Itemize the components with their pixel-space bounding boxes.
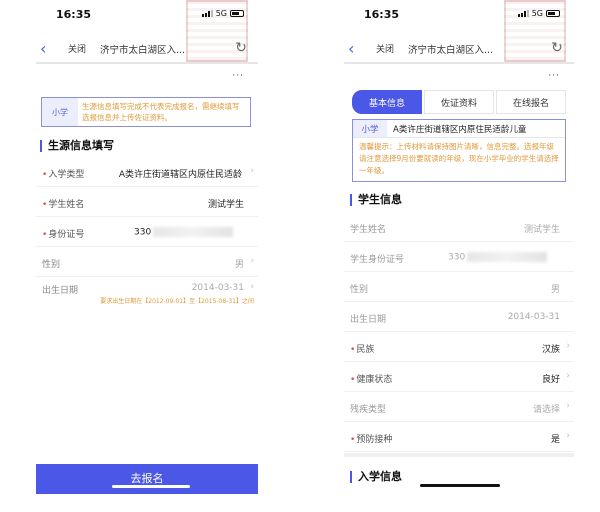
section-title: 学生信息 (350, 194, 402, 206)
notice-text: 温馨提示：上传材料请保持图片清晰，信息完整。选报年级请注意选择9月份要就读的年级… (359, 142, 559, 175)
status-bar: 16:35 5G (36, 8, 258, 24)
field-label: 性别 (42, 260, 61, 270)
field-value: 测试学生 (207, 200, 244, 210)
field-student-name: 学生姓名 测试学生 (344, 212, 574, 242)
step-basic-info[interactable]: 基本信息 (352, 90, 422, 114)
field-label: 出生日期 (42, 286, 79, 296)
chevron-right-icon: › (566, 401, 570, 411)
field-health-status[interactable]: •健康状态 良好 › (344, 362, 574, 392)
section-divider (344, 453, 574, 457)
chevron-right-icon: › (566, 371, 570, 381)
close-button[interactable]: 关闭 (68, 42, 86, 55)
birth-date-hint: 要求出生日期在【2012-09-01】至【2015-08-31】之间 (100, 298, 254, 305)
field-value: 请选择 (532, 405, 560, 415)
signal-icon (201, 10, 213, 17)
chevron-right-icon: › (250, 256, 254, 266)
page-title: 济宁市太白湖区入... (100, 45, 186, 56)
field-label: 性别 (350, 285, 369, 295)
chevron-right-icon: › (566, 341, 570, 351)
enroll-category: A类许庄街道辖区内原住民适龄儿童 (393, 124, 527, 135)
status-bar: 16:35 5G (344, 8, 574, 24)
field-disability-type[interactable]: 残疾类型 请选择 › (344, 392, 574, 422)
left-phone-screen: 16:35 5G ‹ 关闭 济宁市太白湖区入... ↻ ··· 小学 生源信息填… (36, 0, 258, 512)
field-value: A类许庄街道辖区内原住民适龄 (118, 170, 242, 180)
field-value: 良好 (541, 375, 560, 385)
field-gender: 性别 男 (344, 272, 574, 302)
field-ethnicity[interactable]: •民族 汉族 › (344, 332, 574, 362)
refresh-icon[interactable]: ↻ (548, 39, 566, 57)
school-level-tag: 小学 (353, 120, 387, 137)
field-label: 学生姓名 (48, 200, 85, 210)
navbar: ‹ 关闭 济宁市太白湖区入... ↻ (36, 34, 258, 64)
field-label: 入学类型 (48, 170, 85, 180)
home-indicator (112, 485, 190, 488)
field-label: 民族 (356, 345, 375, 355)
chevron-left-icon[interactable]: ‹ (348, 39, 354, 58)
field-id-number[interactable]: •身份证号 330 (36, 217, 258, 247)
field-value: 汉族 (541, 345, 560, 355)
right-phone-screen: 16:35 5G ‹ 关闭 济宁市太白湖区入... ↻ ··· 基本信息 佐证资… (344, 0, 574, 512)
field-vaccination[interactable]: •预防接种 是 › (344, 422, 574, 452)
chevron-right-icon: › (250, 166, 254, 176)
notice-text: 生源信息填写完成不代表完成报名，需继续填写选报信息并上传佐证资料。 (82, 102, 240, 122)
field-enroll-type[interactable]: •入学类型 A类许庄街道辖区内原住民适龄 › (36, 157, 258, 187)
field-value: 2014-03-31 (191, 283, 244, 293)
close-button[interactable]: 关闭 (376, 42, 394, 55)
chevron-left-icon[interactable]: ‹ (40, 39, 46, 58)
home-indicator (420, 484, 500, 487)
field-value: 330 (448, 252, 466, 263)
step-progress: 基本信息 佐证资料 在线报名 (352, 90, 566, 114)
field-value: 330 (134, 227, 152, 238)
field-label: 学生姓名 (350, 225, 387, 235)
refresh-icon[interactable]: ↻ (232, 39, 250, 57)
signal-icon (517, 10, 529, 17)
field-value: 是 (550, 435, 560, 445)
step-evidence[interactable]: 佐证资料 (424, 90, 494, 114)
page-title: 济宁市太白湖区入... (408, 45, 494, 56)
section-title: 入学信息 (350, 471, 402, 483)
battery-icon (230, 10, 244, 17)
field-value: 男 (550, 285, 560, 295)
field-id-number: 学生身份证号 330 (344, 242, 574, 272)
field-birth-date: 出生日期 2014-03-31 (344, 302, 574, 332)
network-label: 5G (215, 9, 227, 18)
field-value: 测试学生 (523, 225, 560, 235)
section-title: 生源信息填写 (40, 140, 114, 152)
more-menu-button[interactable]: ··· (548, 71, 560, 81)
step-online-register[interactable]: 在线报名 (496, 90, 566, 114)
status-time: 16:35 (56, 8, 92, 21)
notice-banner: 小学 生源信息填写完成不代表完成报名，需继续填写选报信息并上传佐证资料。 (41, 97, 251, 127)
field-label: 身份证号 (48, 230, 85, 240)
notice-banner: 小学 A类许庄街道辖区内原住民适龄儿童 温馨提示：上传材料请保持图片清晰，信息完… (352, 119, 566, 182)
field-student-name[interactable]: •学生姓名 测试学生 (36, 187, 258, 217)
field-value: 2014-03-31 (507, 312, 560, 322)
navbar: ‹ 关闭 济宁市太白湖区入... ↻ (344, 34, 574, 64)
more-menu-button[interactable]: ··· (232, 71, 244, 81)
field-label: 出生日期 (350, 315, 387, 325)
redacted-blur (467, 252, 548, 262)
field-label: 健康状态 (356, 375, 393, 385)
network-label: 5G (531, 9, 543, 18)
field-label: 残疾类型 (350, 405, 387, 415)
battery-icon (546, 10, 560, 17)
field-value: 男 (234, 260, 244, 270)
status-time: 16:35 (364, 8, 400, 21)
field-label: 预防接种 (356, 435, 393, 445)
go-register-button[interactable]: 去报名 (36, 464, 258, 494)
field-label: 学生身份证号 (350, 255, 405, 265)
chevron-right-icon: › (250, 282, 254, 292)
school-level-tag: 小学 (42, 98, 78, 126)
chevron-right-icon: › (566, 431, 570, 441)
redacted-blur (153, 227, 234, 237)
